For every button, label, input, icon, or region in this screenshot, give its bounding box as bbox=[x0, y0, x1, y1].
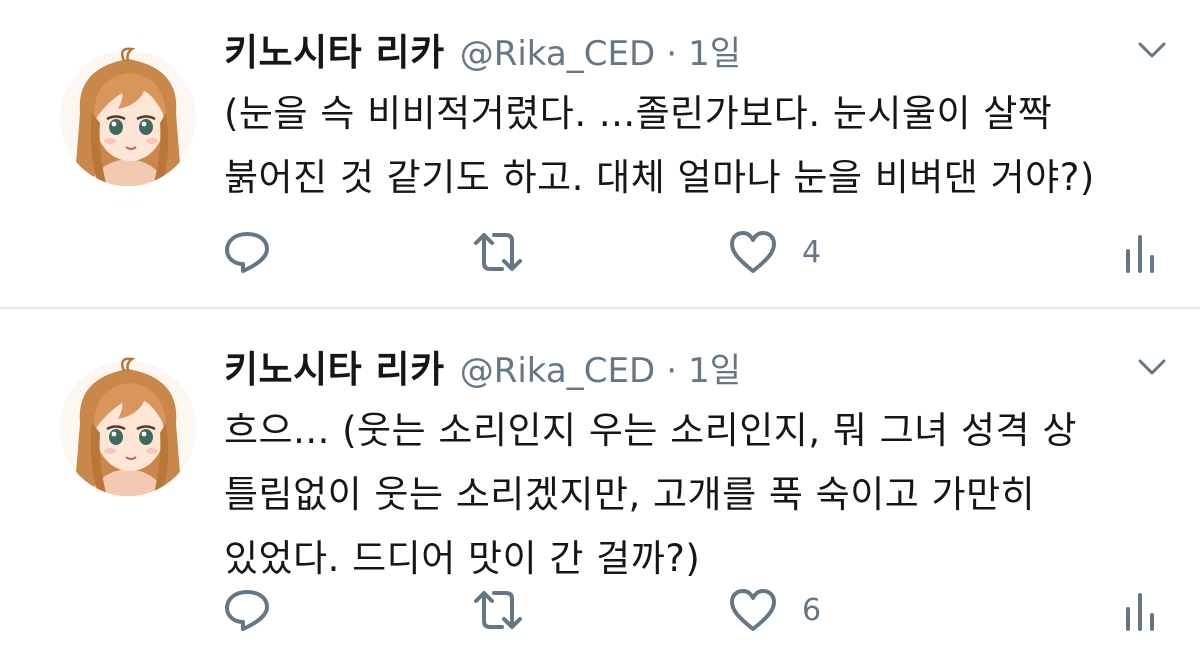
tweet[interactable]: 키노시타 리카 @Rika_CED · 1일 (눈을 슥 비비적거렸다. ...… bbox=[0, 0, 1200, 307]
analytics-icon bbox=[1126, 235, 1154, 273]
reply-icon bbox=[225, 232, 269, 273]
heart-icon bbox=[730, 231, 776, 273]
tweet-text: 흐으... (웃는 소리인지 우는 소리인지, 뭐 그녀 성격 상 틀림없이 웃… bbox=[224, 399, 1174, 591]
tweet[interactable]: 키노시타 리카 @Rika_CED · 1일 흐으... (웃는 소리인지 우는… bbox=[0, 309, 1200, 664]
reply-icon bbox=[225, 590, 269, 631]
like-button[interactable]: 6 bbox=[728, 580, 821, 640]
author-name[interactable]: 키노시타 리카 bbox=[224, 348, 445, 391]
separator-dot: · bbox=[666, 351, 678, 391]
chevron-down-icon[interactable] bbox=[1136, 357, 1168, 379]
analytics-button[interactable] bbox=[1120, 580, 1160, 640]
action-bar: 4 bbox=[0, 222, 1200, 282]
analytics-button[interactable] bbox=[1120, 222, 1160, 282]
tweet-text-line: (눈을 슥 비비적거렸다. ...졸린가보다. 눈시울이 살짝 bbox=[224, 92, 1053, 135]
timeline: 키노시타 리카 @Rika_CED · 1일 (눈을 슥 비비적거렸다. ...… bbox=[0, 0, 1200, 664]
author-handle[interactable]: @Rika_CED bbox=[460, 34, 655, 74]
like-button[interactable]: 4 bbox=[728, 222, 821, 282]
chevron-down-icon[interactable] bbox=[1136, 40, 1168, 62]
avatar[interactable] bbox=[58, 353, 198, 499]
tweet-text: (눈을 슥 비비적거렸다. ...졸린가보다. 눈시울이 살짝 붉어진 것 같기… bbox=[224, 82, 1174, 210]
reply-button[interactable] bbox=[222, 580, 272, 640]
retweet-icon bbox=[474, 591, 522, 629]
heart-icon bbox=[730, 589, 776, 631]
retweet-button[interactable] bbox=[470, 222, 526, 282]
author-name[interactable]: 키노시타 리카 bbox=[224, 31, 445, 74]
avatar[interactable] bbox=[58, 43, 198, 189]
tweet-text-line: 흐으... (웃는 소리인지 우는 소리인지, 뭐 그녀 성격 상 bbox=[224, 409, 1077, 452]
tweet-text-line: 틀림없이 웃는 소리겠지만, 고개를 푹 숙이고 가만히 bbox=[224, 473, 1036, 516]
analytics-icon bbox=[1126, 593, 1154, 631]
retweet-button[interactable] bbox=[470, 580, 526, 640]
retweet-icon bbox=[474, 233, 522, 271]
tweet-header: 키노시타 리카 @Rika_CED · 1일 bbox=[224, 339, 741, 399]
separator-dot: · bbox=[666, 34, 678, 74]
action-bar: 6 bbox=[0, 580, 1200, 640]
tweet-header: 키노시타 리카 @Rika_CED · 1일 bbox=[224, 22, 741, 82]
like-count: 6 bbox=[802, 592, 822, 628]
reply-button[interactable] bbox=[222, 222, 272, 282]
tweet-text-line: 붉어진 것 같기도 하고. 대체 얼마나 눈을 비벼댄 거야?) bbox=[224, 156, 1095, 199]
timestamp[interactable]: 1일 bbox=[688, 351, 741, 391]
author-handle[interactable]: @Rika_CED bbox=[460, 351, 655, 391]
timestamp[interactable]: 1일 bbox=[688, 34, 741, 74]
like-count: 4 bbox=[802, 234, 822, 270]
